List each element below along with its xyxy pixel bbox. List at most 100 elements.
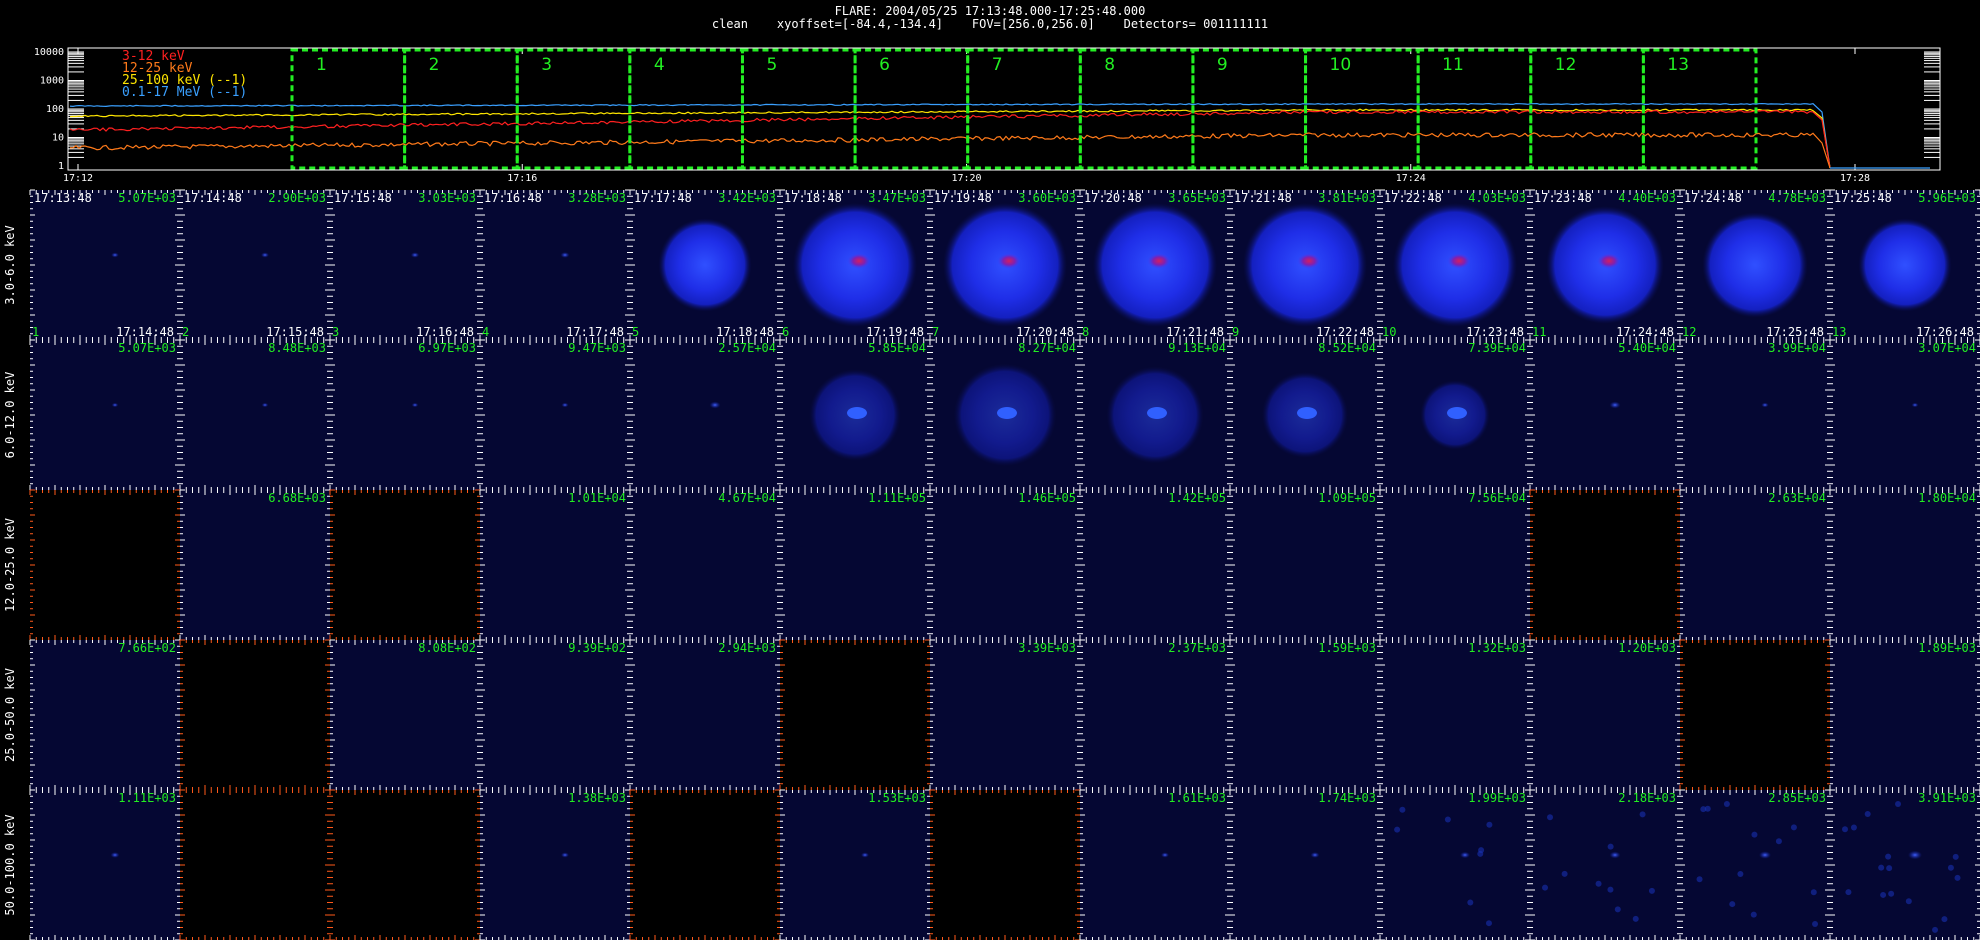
interval-box — [1078, 48, 1195, 170]
lightcurve-series — [69, 131, 1831, 169]
source-blob — [709, 401, 721, 409]
image-cell: 1.99E+03 — [1379, 789, 1531, 940]
interval-number: 7 — [992, 55, 1003, 75]
image-peak-value: 3.81E+03 — [1318, 191, 1376, 205]
image-cell-background — [1830, 340, 1980, 490]
interval-number: 5 — [766, 55, 777, 75]
image-cell: 4.78E+03 17:24:48 17:25:48 12 — [1679, 189, 1831, 341]
image-cell: 6.97E+03 — [329, 339, 481, 491]
image-cell: 3.91E+03 — [1829, 789, 1980, 940]
image-start-time: 17:25:48 — [1834, 191, 1892, 205]
image-peak-value: 5.07E+03 — [118, 341, 176, 355]
image-cell: 3.07E+04 — [1829, 339, 1980, 491]
image-cell: 2.85E+03 — [1679, 789, 1831, 940]
image-peak-value: 8.52E+04 — [1318, 341, 1376, 355]
interval-number: 1 — [316, 55, 327, 75]
image-peak-value: 6.68E+03 — [268, 491, 326, 505]
title-line-2: clean xyoffset=[-84.4,-134.4] FOV=[256.0… — [712, 17, 1268, 31]
source-core — [997, 407, 1017, 419]
lightcurve-frame — [67, 47, 1941, 171]
image-cell: 3.28E+03 17:16:48 17:17:48 4 — [479, 189, 631, 341]
interval-box — [290, 48, 407, 170]
image-cell-background — [1830, 490, 1980, 640]
image-start-time: 17:19:48 — [934, 191, 992, 205]
image-cell: 4.40E+03 17:23:48 17:24:48 11 — [1529, 189, 1681, 341]
image-cell — [179, 639, 331, 791]
source-blob — [261, 252, 269, 258]
legend-entry: 0.1-17 MeV (--1) — [122, 85, 247, 100]
interval-box — [628, 48, 744, 170]
image-cell: 2.90E+03 17:14:48 17:15:48 2 — [179, 189, 331, 341]
image-peak-value: 3.60E+03 — [1018, 191, 1076, 205]
interval-box — [966, 48, 1082, 170]
image-peak-value: 4.67E+04 — [718, 491, 776, 505]
image-cell-background — [1080, 640, 1230, 790]
image-cell: 5.07E+03 — [29, 339, 181, 491]
image-cell-background — [1830, 640, 1980, 790]
source-core — [1147, 407, 1167, 419]
image-frame-number: 4 — [482, 325, 489, 339]
image-end-time: 17:20:48 — [1016, 325, 1074, 339]
source-blob — [1761, 402, 1769, 408]
lightcurve-x-tick: 17:28 — [1840, 173, 1870, 184]
source-blob — [1759, 851, 1771, 859]
image-peak-value: 2.63E+04 — [1768, 491, 1826, 505]
source-core — [1297, 407, 1317, 419]
image-peak-value: 8.27E+04 — [1018, 341, 1076, 355]
image-end-time: 17:15:48 — [266, 325, 324, 339]
image-peak-value: 4.78E+03 — [1768, 191, 1826, 205]
interval-number: 6 — [879, 55, 890, 75]
image-cell-background — [330, 190, 480, 340]
image-cell — [329, 489, 481, 641]
image-peak-value: 1.59E+03 — [1318, 641, 1376, 655]
image-cell: 4.03E+03 17:22:48 17:23:48 10 — [1379, 189, 1531, 341]
source-blob — [560, 252, 570, 258]
image-cell-background — [1080, 490, 1230, 640]
image-cell: 9.47E+03 — [479, 339, 631, 491]
lightcurve-panel: 10000100010010117:12 17:16 17:20 17:24 17:28… — [34, 47, 1941, 184]
image-peak-value: 8.08E+02 — [418, 641, 476, 655]
image-start-time: 17:16:48 — [484, 191, 542, 205]
image-cell-background — [1380, 490, 1530, 640]
image-end-time: 17:25:48 — [1766, 325, 1824, 339]
image-peak-value: 3.28E+03 — [568, 191, 626, 205]
image-cell-background — [30, 190, 180, 340]
image-peak-value: 3.39E+03 — [1018, 641, 1076, 655]
image-end-time: 17:23:48 — [1466, 325, 1524, 339]
image-cell: 3.99E+04 — [1679, 339, 1831, 491]
image-start-time: 17:20:48 — [1084, 191, 1142, 205]
source-core — [1447, 407, 1467, 419]
lightcurve-y-tick: 1 — [58, 161, 64, 172]
image-end-time: 17:19:48 — [866, 325, 924, 339]
image-peak-value: 7.39E+04 — [1468, 341, 1526, 355]
image-peak-value: 2.85E+03 — [1768, 791, 1826, 805]
image-peak-value: 4.03E+03 — [1468, 191, 1526, 205]
image-cell-background — [630, 640, 780, 790]
image-start-time: 17:24:48 — [1684, 191, 1742, 205]
image-frame-number: 9 — [1232, 325, 1239, 339]
source-core — [847, 253, 871, 269]
image-cell: 2.57E+04 — [629, 339, 781, 491]
image-peak-value: 2.57E+04 — [718, 341, 776, 355]
image-start-time: 17:15:48 — [334, 191, 392, 205]
source-blob — [1310, 852, 1320, 858]
image-peak-value: 9.39E+02 — [568, 641, 626, 655]
image-start-time: 17:14:48 — [184, 191, 242, 205]
image-cell: 3.42E+03 17:17:48 17:18:48 5 — [629, 189, 781, 341]
interval-box — [740, 48, 857, 170]
image-peak-value: 5.40E+04 — [1618, 341, 1676, 355]
image-peak-value: 1.80E+04 — [1918, 491, 1976, 505]
image-cell-background — [1230, 790, 1380, 940]
image-cell-background — [630, 790, 780, 940]
interval-number: 12 — [1555, 55, 1577, 75]
interval-box — [1641, 48, 1758, 170]
image-peak-value: 3.07E+04 — [1918, 341, 1976, 355]
image-cell: 1.80E+04 — [1829, 489, 1980, 641]
image-cell: 3.65E+03 17:20:48 17:21:48 8 — [1079, 189, 1231, 341]
image-frame-number: 2 — [182, 325, 189, 339]
interval-number: 9 — [1217, 55, 1228, 75]
image-end-time: 17:24:48 — [1616, 325, 1674, 339]
image-cell: 1.74E+03 — [1229, 789, 1381, 940]
image-cell: 1.38E+03 — [479, 789, 631, 940]
image-cell-background — [930, 790, 1080, 940]
